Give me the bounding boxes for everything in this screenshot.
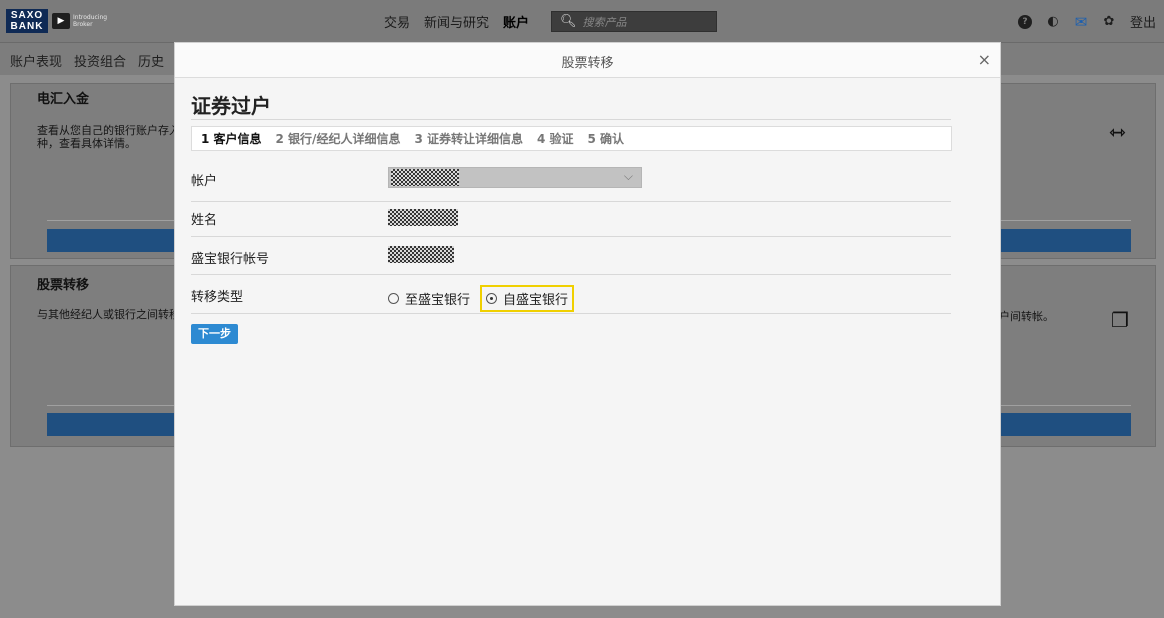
account-label: 帐户 xyxy=(191,174,218,189)
top-bar: SAXO BANK ▶ Introducing Broker 交易 新闻与研究 … xyxy=(0,0,1164,43)
stock-transfer-card-desc: 与其他经纪人或银行之间转移 xyxy=(37,308,180,321)
modal-header: 股票转移 × xyxy=(175,43,1000,78)
modal-title: 股票转移 xyxy=(561,56,614,71)
subnav-account-performance[interactable]: 账户表现 xyxy=(10,51,62,70)
stock-transfer-card-right-text: 户间转帐。 xyxy=(999,310,1054,323)
stock-transfer-modal: 股票转移 × 证券过户 1 客户信息 2 银行/经纪人详细信息 3 证券转让详细… xyxy=(174,42,1001,606)
transfer-arrows-icon: ⇿ xyxy=(1109,120,1126,144)
masked-bank-account-value xyxy=(388,246,454,263)
page-title: 证券过户 xyxy=(191,94,271,118)
help-icon[interactable]: ? xyxy=(1017,14,1032,29)
ib-line2: Broker xyxy=(73,21,93,28)
row-divider xyxy=(191,274,951,275)
step-confirm: 5 确认 xyxy=(587,132,625,146)
saxo-bank-logo[interactable]: SAXO BANK xyxy=(6,9,48,33)
stock-transfer-card-title: 股票转移 xyxy=(37,278,90,293)
nav-account[interactable]: 账户 xyxy=(503,12,529,31)
nav-news-research[interactable]: 新闻与研究 xyxy=(424,12,489,31)
introducing-broker-badge: ▶ Introducing Broker xyxy=(52,12,107,30)
deposit-card-desc: 查看从您自己的银行账户存入 种，查看具体详情。 xyxy=(37,124,180,150)
deposit-card-title: 电汇入金 xyxy=(37,92,90,107)
masked-account-value xyxy=(391,169,459,186)
header-actions: ? ◐ ✉ ✿ 登出 xyxy=(1017,12,1156,31)
chevron-down-icon: ⌵ xyxy=(623,169,633,183)
theme-toggle-icon[interactable]: ◐ xyxy=(1046,14,1060,29)
subnav-history[interactable]: 历史 xyxy=(138,51,164,70)
step-customer-info: 1 客户信息 xyxy=(201,132,262,146)
documents-icon: ❐ xyxy=(1111,308,1129,332)
step-transfer-details: 3 证券转让详细信息 xyxy=(414,132,523,146)
selected-option-highlight: 自盛宝银行 xyxy=(480,285,575,312)
logo-line1: SAXO xyxy=(10,10,44,21)
radio-from-saxo-label[interactable]: 自盛宝银行 xyxy=(503,289,568,308)
deposit-desc-line1: 查看从您自己的银行账户存入 xyxy=(37,124,180,137)
masked-name-value xyxy=(388,209,458,226)
name-label: 姓名 xyxy=(191,213,218,228)
heading-divider xyxy=(191,119,951,120)
mail-icon[interactable]: ✉ xyxy=(1074,13,1088,31)
logout-link[interactable]: 登出 xyxy=(1130,12,1156,31)
step-verify: 4 验证 xyxy=(536,132,574,146)
row-divider xyxy=(191,236,951,237)
gear-icon[interactable]: ✿ xyxy=(1102,14,1116,29)
step-indicator: 1 客户信息 2 银行/经纪人详细信息 3 证券转让详细信息 4 验证 5 确认 xyxy=(191,126,952,151)
radio-to-saxo-label[interactable]: 至盛宝银行 xyxy=(405,289,470,308)
deposit-desc-line2: 种，查看具体详情。 xyxy=(37,137,136,150)
ib-icon: ▶ xyxy=(52,13,70,29)
transfer-type-label: 转移类型 xyxy=(191,290,244,305)
transfer-type-radio-group: 至盛宝银行 自盛宝银行 xyxy=(388,285,575,312)
subnav-portfolio[interactable]: 投资组合 xyxy=(74,51,126,70)
step-bank-broker-details: 2 银行/经纪人详细信息 xyxy=(275,132,401,146)
search-placeholder: 搜索产品 xyxy=(582,15,627,29)
close-icon[interactable]: × xyxy=(978,50,991,69)
radio-to-saxo[interactable] xyxy=(388,293,399,304)
nav-trade[interactable]: 交易 xyxy=(384,12,410,31)
logo-line2: BANK xyxy=(10,21,44,32)
main-nav: 交易 新闻与研究 账户 xyxy=(384,12,529,31)
next-step-button[interactable]: 下一步 xyxy=(191,324,238,344)
ib-line1: Introducing xyxy=(73,14,108,21)
search-input[interactable]: 🔍︎ 搜索产品 xyxy=(551,11,717,32)
radio-from-saxo[interactable] xyxy=(486,293,498,304)
account-select[interactable]: ⌵ xyxy=(388,167,642,188)
search-icon: 🔍︎ xyxy=(560,14,577,29)
row-divider xyxy=(191,201,951,202)
row-divider xyxy=(191,313,951,314)
bank-account-label: 盛宝银行帐号 xyxy=(191,252,270,267)
